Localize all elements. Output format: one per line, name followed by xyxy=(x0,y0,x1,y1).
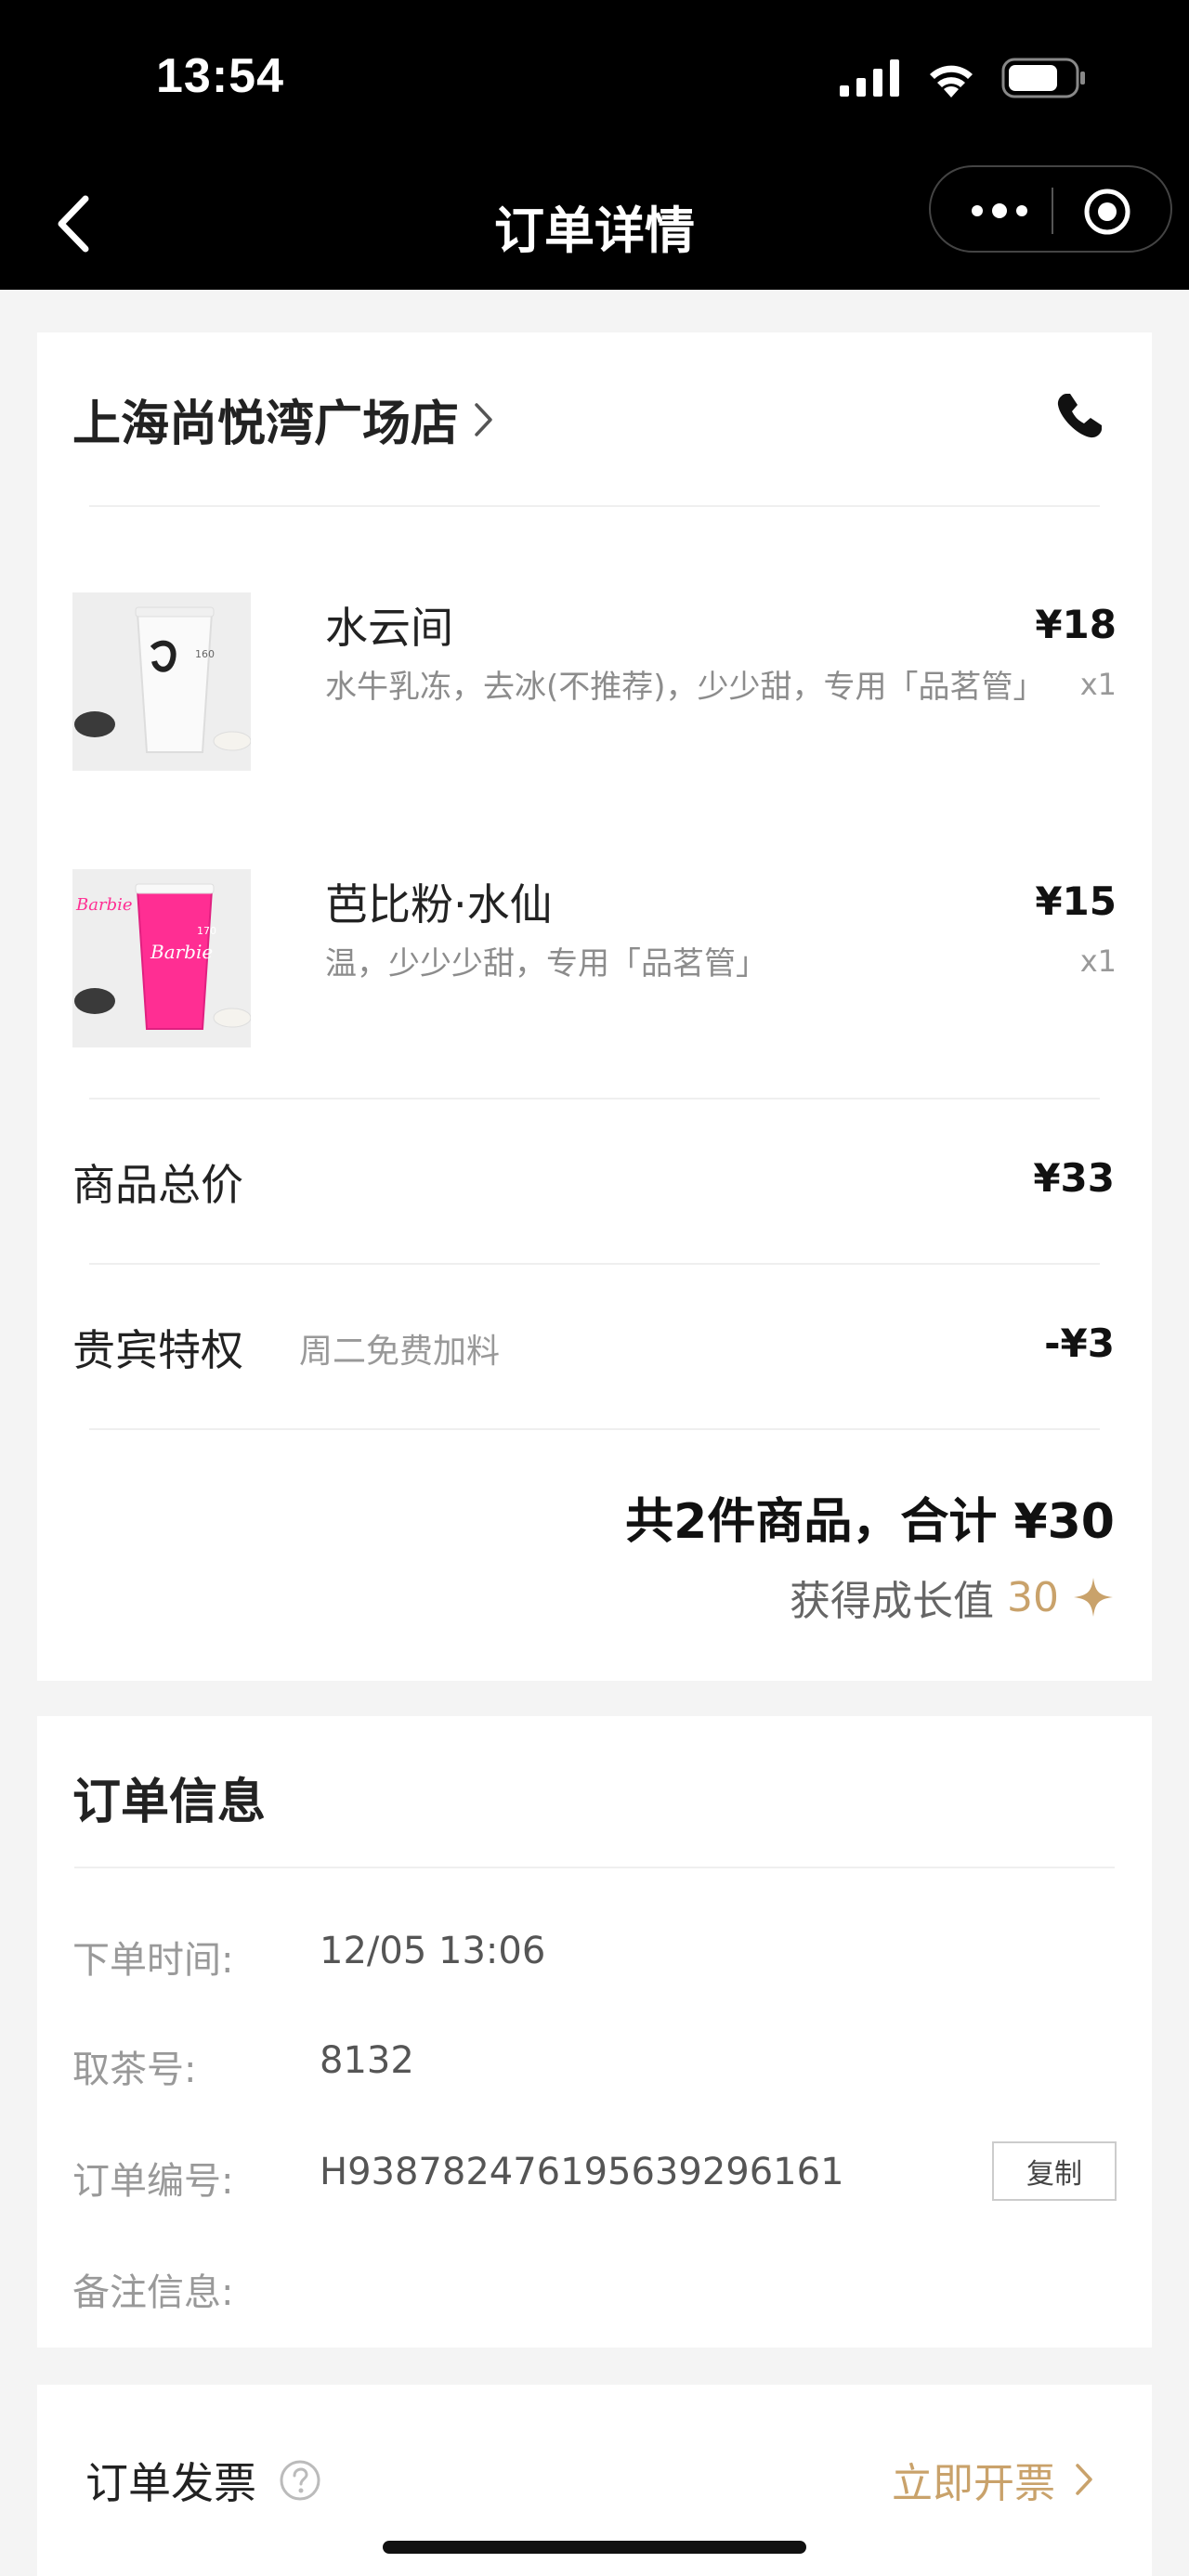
invoice-label: 订单发票 xyxy=(85,2458,256,2508)
order-time-label: 下单时间: xyxy=(72,1939,234,1982)
order-time-value: 12/05 13:06 xyxy=(320,1930,546,1972)
divider xyxy=(89,1428,1100,1430)
signal-icon xyxy=(840,59,899,97)
divider xyxy=(89,505,1100,507)
issue-invoice-button[interactable]: 立即开票 xyxy=(892,2450,1096,2509)
wifi-icon xyxy=(930,65,973,98)
list-item[interactable]: 160 水云间 水牛乳冻，去冰(不推荐)，少少甜，专用「品茗管」 ¥18 x1 xyxy=(72,592,1117,778)
item-options: 水牛乳冻，去冰(不推荐)，少少甜，专用「品茗管」 xyxy=(325,669,1045,706)
sparkle-icon xyxy=(1074,1578,1113,1617)
vip-description: 周二免费加料 xyxy=(299,1333,501,1371)
item-qty: x1 xyxy=(1079,667,1117,702)
order-total: 共2件商品，合计 ¥30 xyxy=(625,1494,1115,1550)
item-options: 温，少少少甜，专用「品茗管」 xyxy=(325,945,767,982)
growth-points: 获得成长值 30 xyxy=(790,1568,1115,1627)
product-image: 160 xyxy=(72,592,251,771)
order-info-title: 订单信息 xyxy=(72,1775,267,1830)
growth-label: 获得成长值 xyxy=(790,1578,994,1625)
order-number-label: 订单编号: xyxy=(72,2160,234,2203)
item-price: ¥18 xyxy=(1035,602,1117,647)
status-time: 13:54 xyxy=(156,49,284,103)
home-indicator xyxy=(383,2541,806,2554)
order-number-value: H93878247619563929616​1 xyxy=(320,2151,844,2193)
subtotal-value: ¥33 xyxy=(1033,1155,1115,1201)
mini-program-capsule xyxy=(929,165,1172,253)
divider xyxy=(74,1867,1115,1868)
more-icon[interactable] xyxy=(964,188,1035,234)
battery-icon xyxy=(1001,58,1085,98)
item-name: 水云间 xyxy=(325,603,453,653)
pickup-number-value: 8132 xyxy=(320,2039,414,2082)
order-items-card: 上海尚悦湾广场店 160 水云间 水牛乳冻，去冰(不推荐)，少少甜，专用「品茗管… xyxy=(37,332,1152,1681)
vip-discount-value: -¥3 xyxy=(1044,1321,1115,1366)
phone-icon[interactable] xyxy=(1053,390,1105,442)
chevron-right-icon xyxy=(1076,2464,1092,2495)
capsule-divider xyxy=(1052,188,1053,234)
pickup-number-label: 取茶号: xyxy=(72,2049,197,2091)
close-target-icon[interactable] xyxy=(1079,184,1135,240)
help-icon[interactable] xyxy=(279,2459,321,2502)
status-bar: 13:54 xyxy=(0,0,1189,158)
product-image: Barbie 170 Barbie xyxy=(72,869,251,1047)
issue-invoice-label: 立即开票 xyxy=(892,2460,1055,2507)
status-icons xyxy=(840,58,1087,98)
divider xyxy=(89,1263,1100,1265)
svg-text:170: 170 xyxy=(197,925,216,937)
subtotal-label: 商品总价 xyxy=(72,1160,243,1210)
svg-text:Barbie: Barbie xyxy=(75,895,133,915)
item-price: ¥15 xyxy=(1035,878,1117,924)
item-name: 芭比粉·水仙 xyxy=(325,879,553,930)
divider xyxy=(89,1098,1100,1099)
copy-button[interactable]: 复制 xyxy=(992,2141,1117,2201)
order-info-card: 订单信息 下单时间: 12/05 13:06 取茶号: 8132 订单编号: H… xyxy=(37,1716,1152,2348)
growth-value: 30 xyxy=(1007,1573,1059,1621)
invoice-row: 订单发票 xyxy=(85,2450,321,2511)
svg-text:Barbie: Barbie xyxy=(150,941,213,963)
list-item[interactable]: Barbie 170 Barbie 芭比粉·水仙 温，少少少甜，专用「品茗管」 … xyxy=(72,869,1117,1055)
nav-bar: 订单详情 xyxy=(0,158,1189,290)
item-qty: x1 xyxy=(1079,943,1117,979)
store-link[interactable]: 上海尚悦湾广场店 xyxy=(72,384,496,454)
chevron-right-icon xyxy=(475,402,492,436)
store-name: 上海尚悦湾广场店 xyxy=(72,397,460,452)
vip-label: 贵宾特权 xyxy=(72,1325,243,1375)
note-label: 备注信息: xyxy=(72,2271,234,2314)
svg-text:160: 160 xyxy=(195,648,215,660)
